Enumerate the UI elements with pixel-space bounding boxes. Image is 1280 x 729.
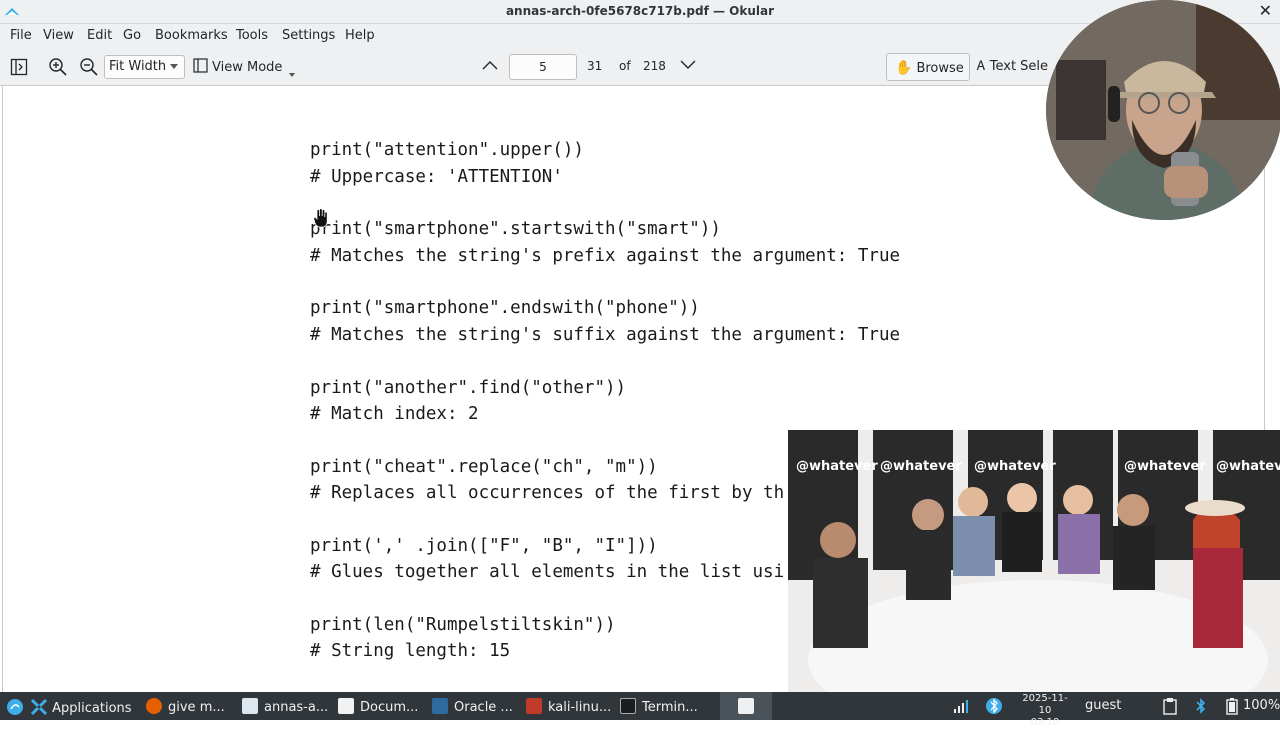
clock-time: 03:10 xyxy=(1030,717,1060,728)
code-line: print(len("Rumpelstiltskin")) xyxy=(310,615,616,635)
text-select-icon: Ꭺ xyxy=(977,59,986,74)
code-comment: # Uppercase: 'ATTENTION' xyxy=(310,167,563,187)
taskbar-document-label: Docum... xyxy=(360,700,419,715)
page-number-input[interactable]: 5 xyxy=(509,54,577,80)
text-select-label: Text Sele xyxy=(989,59,1049,74)
taskbar-okular-label: annas-a... xyxy=(264,700,329,715)
code-comment: # String length: 15 xyxy=(310,641,511,661)
code-line: print("another".find("other")) xyxy=(310,378,627,398)
podcast-video-image: @whatever @whatever @whatever @whatever … xyxy=(788,430,1280,692)
battery-icon[interactable] xyxy=(1224,697,1240,725)
zoom-in-icon[interactable] xyxy=(48,57,68,79)
code-line: print("attention".upper()) xyxy=(310,140,584,160)
okular-icon xyxy=(242,698,258,714)
taskbar-item-kali-vm[interactable]: kali-linu... xyxy=(526,692,611,720)
view-mode-icon xyxy=(193,58,208,73)
user-name[interactable]: guest xyxy=(1085,698,1121,713)
menu-edit[interactable]: Edit xyxy=(87,28,112,43)
code-comment: # Glues together all elements in the lis… xyxy=(310,562,785,582)
vm-icon xyxy=(526,698,542,714)
video-overlay: @whatever @whatever @whatever @whatever … xyxy=(788,430,1280,692)
zoom-level-combo[interactable]: Fit Width xyxy=(104,55,185,79)
document-left-border xyxy=(2,86,3,692)
taskbar-terminal-label: Termin... xyxy=(642,700,698,715)
taskbar-item-terminal[interactable]: Termin... xyxy=(620,692,698,720)
menu-file[interactable]: File xyxy=(10,28,32,43)
svg-text:@whatever: @whatever xyxy=(1124,459,1206,474)
taskbar-item-document[interactable]: Docum... xyxy=(338,692,418,720)
menu-bookmarks[interactable]: Bookmarks xyxy=(155,28,228,43)
hand-icon: ✋ xyxy=(895,60,913,76)
browse-tool-button[interactable]: ✋ Browse xyxy=(886,53,970,81)
clock[interactable]: 2025-11-10 03:10 xyxy=(1017,693,1073,729)
svg-text:@whatever: @whatever xyxy=(880,459,962,474)
code-line: print("smartphone".endswith("phone")) xyxy=(310,298,700,318)
code-comment: # Match index: 2 xyxy=(310,404,479,424)
menu-tools[interactable]: Tools xyxy=(236,28,268,43)
chevron-down-icon xyxy=(170,64,178,69)
window-title: annas-arch-0fe5678c717b.pdf — Okular xyxy=(505,4,775,18)
taskbar-virtualbox-label: Oracle ... xyxy=(454,700,513,715)
view-mode-button[interactable]: View Mode xyxy=(193,58,295,77)
browse-label: Browse xyxy=(916,61,964,76)
taskbar-firefox-label: give m... xyxy=(168,700,225,715)
document-icon xyxy=(338,698,354,714)
taskbar-applications-label: Applications xyxy=(52,701,132,716)
webcam-overlay xyxy=(1046,0,1280,220)
code-line: print("smartphone".startswith("smart")) xyxy=(310,219,721,239)
svg-text:@whatever: @whatever xyxy=(1216,459,1280,474)
taskbar-item-firefox[interactable]: give m... xyxy=(146,692,225,720)
code-comment: # Matches the string's suffix against th… xyxy=(310,325,901,345)
previous-page-icon[interactable] xyxy=(481,58,499,80)
close-window-icon[interactable]: ✕ xyxy=(1259,1,1272,20)
menu-go[interactable]: Go xyxy=(123,28,141,43)
code-line: print(',' .join(["F", "B", "I"])) xyxy=(310,536,658,556)
code-comment: # Replaces all occurrences of the first … xyxy=(310,483,785,503)
page-label: 31 xyxy=(587,59,603,73)
virtualbox-icon xyxy=(432,698,448,714)
hand-cursor-icon xyxy=(313,208,328,228)
firefox-icon xyxy=(146,698,162,714)
battery-level: 100% xyxy=(1243,698,1280,713)
view-mode-label: View Mode xyxy=(212,60,283,75)
bluetooth-icon[interactable] xyxy=(986,697,1002,725)
terminal-icon xyxy=(620,698,636,714)
svg-text:@whatever: @whatever xyxy=(796,459,878,474)
code-comment: # Matches the string's prefix against th… xyxy=(310,246,901,266)
page-of-label: of xyxy=(619,59,631,73)
taskbar-kali-vm-label: kali-linu... xyxy=(548,700,612,715)
taskbar-active-item[interactable] xyxy=(720,692,772,720)
menu-view[interactable]: View xyxy=(43,28,74,43)
active-window-icon xyxy=(738,698,754,714)
next-page-icon[interactable] xyxy=(679,58,697,80)
text-select-tool-button[interactable]: Ꭺ Text Sele xyxy=(977,59,1048,74)
clock-date: 2025-11-10 xyxy=(1022,693,1068,716)
view-mode-dropdown-icon xyxy=(288,73,295,77)
clipboard-icon[interactable] xyxy=(1163,697,1177,725)
taskbar-item-okular[interactable]: annas-a... xyxy=(242,692,328,720)
taskbar: Applications give m... annas-a... Docum.… xyxy=(0,692,1280,728)
menu-settings[interactable]: Settings xyxy=(282,28,335,43)
code-line: print("cheat".replace("ch", "m")) xyxy=(310,457,658,477)
webcam-person-image xyxy=(1046,0,1280,220)
window-titlebar: annas-arch-0fe5678c717b.pdf — Okular ✕ xyxy=(0,0,1280,24)
kali-menu-icon xyxy=(7,699,23,715)
taskbar-applications-menu[interactable]: Applications xyxy=(6,692,132,720)
svg-text:@whatever: @whatever xyxy=(974,459,1056,474)
page-total-label: 218 xyxy=(643,59,666,73)
menu-help[interactable]: Help xyxy=(345,28,375,43)
bluetooth-tray-icon[interactable] xyxy=(1195,697,1207,725)
taskbar-item-virtualbox[interactable]: Oracle ... xyxy=(432,692,513,720)
zoom-level-value: Fit Width xyxy=(109,59,167,74)
network-icon[interactable] xyxy=(953,698,969,726)
applications-icon xyxy=(31,698,48,716)
sidebar-toggle-icon[interactable] xyxy=(10,58,28,80)
zoom-out-icon[interactable] xyxy=(79,57,99,79)
